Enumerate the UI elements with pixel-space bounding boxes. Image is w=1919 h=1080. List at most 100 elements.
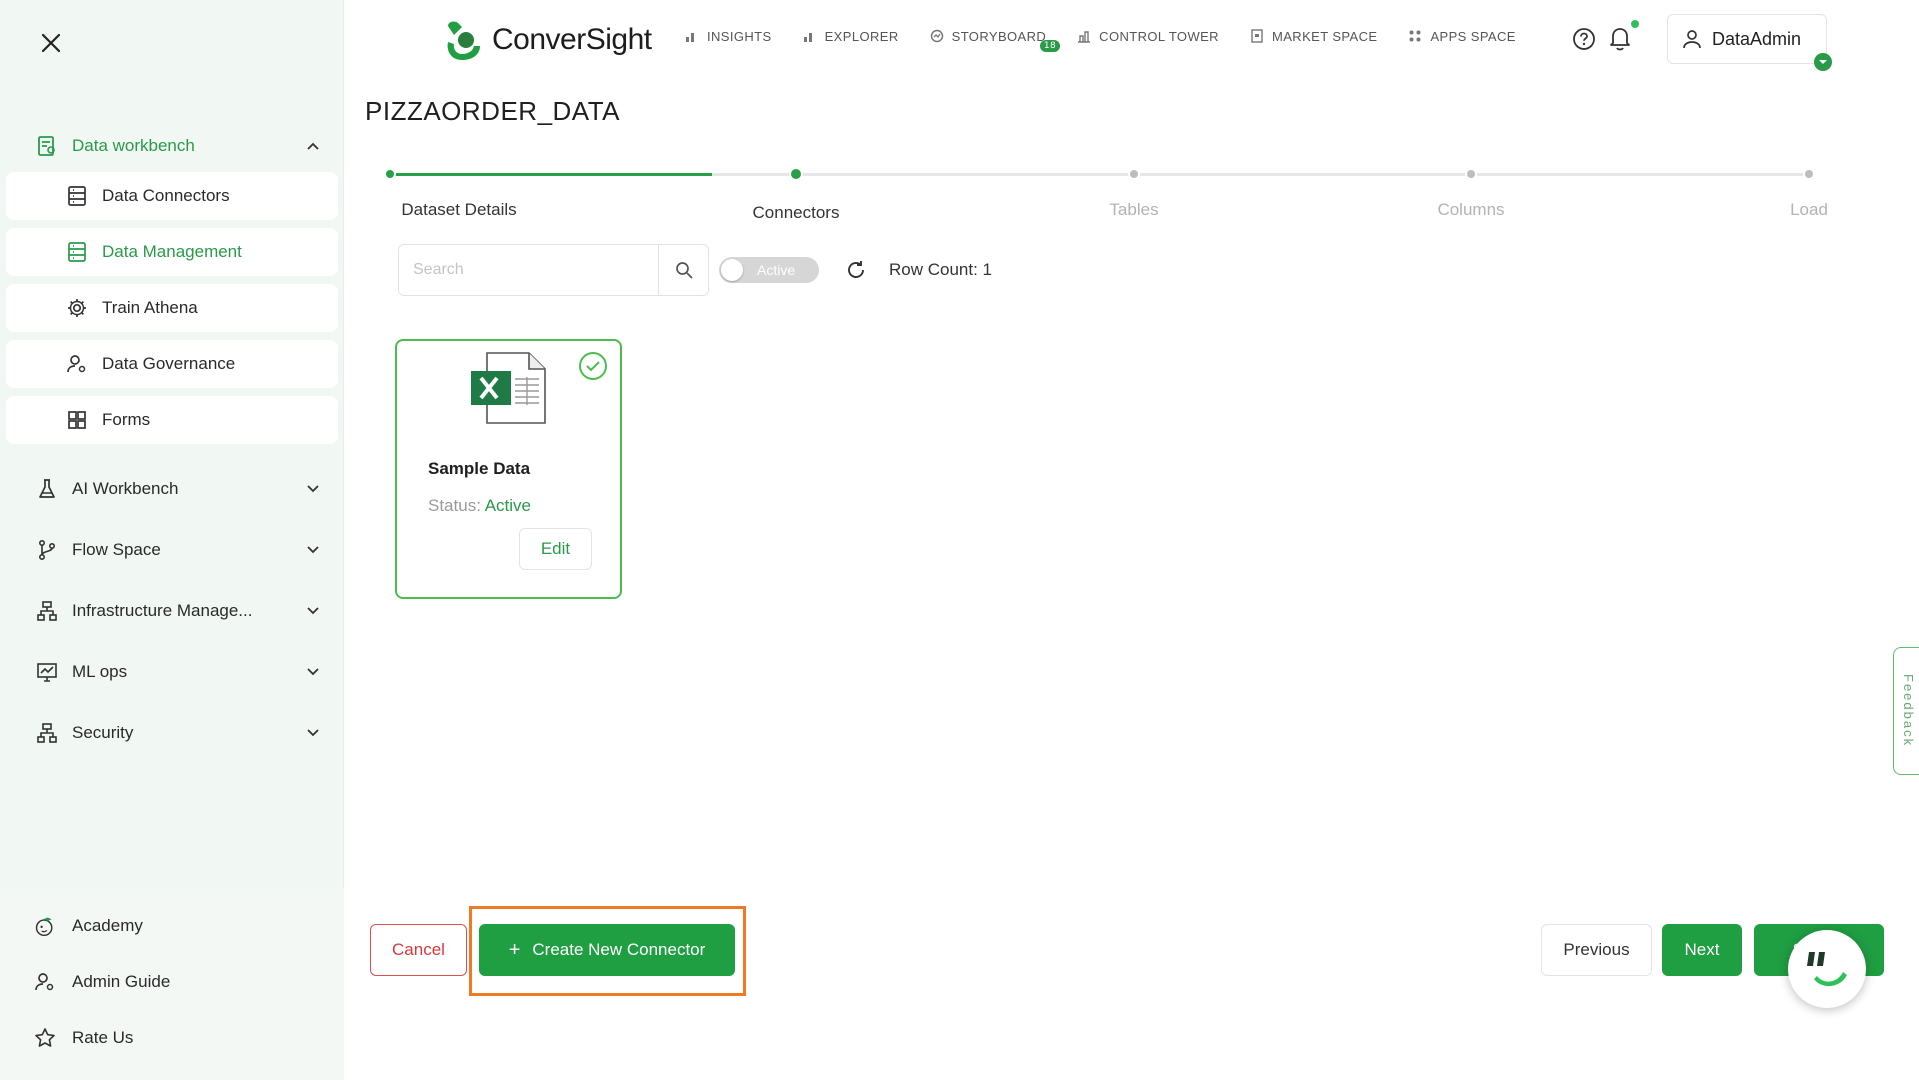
collapsed-groups: AI Workbench Flow Space Infrastructure M… <box>0 458 344 763</box>
help-icon <box>1573 28 1595 50</box>
sidebar-item-train-athena[interactable]: Train Athena <box>6 284 338 332</box>
close-icon <box>41 33 61 53</box>
sidebar-group-flow-space[interactable]: Flow Space <box>0 519 344 580</box>
storyboard-count-badge: 18 <box>1039 40 1061 52</box>
sidebar-item-data-management[interactable]: Data Management <box>6 228 338 276</box>
nav-market-space[interactable]: MARKET SPACE <box>1249 28 1377 44</box>
nav-storyboard[interactable]: STORYBOARD 18 <box>929 28 1061 52</box>
search-icon <box>675 262 693 279</box>
step-label-tables[interactable]: Tables <box>1109 200 1158 220</box>
sidebar-nav: Data workbench Data Connectors Data Mana… <box>0 124 344 763</box>
row-count: Row Count: 1 <box>889 260 992 279</box>
toggle-knob <box>721 259 743 281</box>
nav-control-tower[interactable]: CONTROL TOWER <box>1076 28 1219 44</box>
academy-label: Academy <box>72 916 143 935</box>
chevron-up-icon <box>306 139 320 153</box>
nav-label: APPS SPACE <box>1430 28 1516 44</box>
active-toggle[interactable]: Active <box>719 257 819 283</box>
apps-grid-icon <box>1407 28 1423 44</box>
nav-apps-space[interactable]: APPS SPACE <box>1407 28 1515 44</box>
hierarchy-icon <box>36 600 58 622</box>
sidebar-group-security[interactable]: Security <box>0 702 344 763</box>
nav-insights[interactable]: INSIGHTS <box>684 28 772 44</box>
grid-icon <box>66 409 88 431</box>
database-icon <box>66 185 88 207</box>
step-label-load[interactable]: Load <box>1790 200 1828 220</box>
notifications-button[interactable] <box>1607 24 1633 57</box>
stepper: Dataset Details Connectors Tables Column… <box>384 166 1828 226</box>
toggle-label: Active <box>757 262 796 278</box>
search-button[interactable] <box>658 245 708 295</box>
sidebar-group-data-workbench[interactable]: Data workbench <box>0 124 344 168</box>
user-menu[interactable]: DataAdmin <box>1667 14 1832 71</box>
cancel-button[interactable]: Cancel <box>370 924 467 976</box>
help-button[interactable] <box>1572 27 1596 56</box>
create-button-label: Create New Connector <box>532 940 706 959</box>
assistant-chat-button[interactable] <box>1788 930 1866 1008</box>
academy-icon <box>34 915 56 937</box>
step-label-dataset-details[interactable]: Dataset Details <box>401 200 516 220</box>
sidebar-group-label: Flow Space <box>72 539 161 559</box>
refresh-icon <box>848 261 864 278</box>
connector-card[interactable]: Sample Data Status: Active Edit <box>395 339 622 599</box>
feedback-label: Feedback <box>1901 674 1916 748</box>
sidebar-group-label: ML ops <box>72 661 128 681</box>
sidebar-item-data-connectors[interactable]: Data Connectors <box>6 172 338 220</box>
connector-toolbar: Active Row Count: 1 <box>398 244 992 296</box>
step-label-columns[interactable]: Columns <box>1437 200 1504 220</box>
sidebar-group-ml-ops[interactable]: ML ops <box>0 641 344 702</box>
nav-label: STORYBOARD <box>951 28 1047 44</box>
create-new-connector-button[interactable]: + Create New Connector <box>479 924 735 976</box>
star-icon <box>34 1027 56 1049</box>
feedback-tab[interactable]: Feedback <box>1893 647 1919 775</box>
sidebar-bottom-links: Academy Admin Guide Rate Us <box>0 888 344 1080</box>
rate-us-link[interactable]: Rate Us <box>0 1010 344 1066</box>
nav-explorer[interactable]: EXPLORER <box>802 28 899 44</box>
user-guide-icon <box>34 971 56 993</box>
sidebar-group-label: AI Workbench <box>72 478 179 498</box>
academy-link[interactable]: Academy <box>0 898 344 954</box>
sidebar-group-label: Data workbench <box>72 136 195 155</box>
sidebar: Data workbench Data Connectors Data Mana… <box>0 0 344 1080</box>
sidebar-item-label: Data Management <box>102 242 242 261</box>
logo[interactable]: ConverSight <box>442 18 652 62</box>
chevron-down-icon <box>306 604 320 618</box>
close-sidebar-button[interactable] <box>36 28 66 58</box>
sidebar-group-ai-workbench[interactable]: AI Workbench <box>0 458 344 519</box>
sidebar-item-label: Data Connectors <box>102 186 230 205</box>
sidebar-group-infrastructure-management[interactable]: Infrastructure Manage... <box>0 580 344 641</box>
admin-guide-link[interactable]: Admin Guide <box>0 954 344 1010</box>
step-dot <box>384 168 396 180</box>
bell-icon <box>1610 28 1630 51</box>
page-title: PIZZAORDER_DATA <box>365 96 621 126</box>
next-button[interactable]: Next <box>1662 924 1742 976</box>
plus-icon: + <box>508 938 521 961</box>
sidebar-item-data-governance[interactable]: Data Governance <box>6 340 338 388</box>
sidebar-item-forms[interactable]: Forms <box>6 396 338 444</box>
connector-title: Sample Data <box>428 459 531 478</box>
chevron-down-icon <box>1814 53 1832 71</box>
edit-connector-button[interactable]: Edit <box>519 528 592 570</box>
user-name: DataAdmin <box>1712 28 1802 49</box>
search-input[interactable] <box>399 245 658 295</box>
chat-assistant-icon <box>1807 952 1847 987</box>
step-label-connectors[interactable]: Connectors <box>753 203 840 223</box>
bar-chart-icon <box>802 28 818 44</box>
stepper-progress-line <box>390 173 712 176</box>
monitor-chart-icon <box>36 661 58 683</box>
step-dot <box>1465 168 1477 180</box>
storyboard-icon <box>929 28 945 44</box>
flask-icon <box>36 478 58 500</box>
rate-us-label: Rate Us <box>72 1028 134 1047</box>
status-value: Active <box>484 496 532 515</box>
refresh-button[interactable] <box>843 257 869 283</box>
sidebar-item-label: Train Athena <box>102 298 198 317</box>
chevron-down-icon <box>306 482 320 496</box>
chevron-down-icon <box>306 665 320 679</box>
nav-label: MARKET SPACE <box>1271 28 1378 44</box>
previous-button[interactable]: Previous <box>1541 924 1652 976</box>
nav-label: INSIGHTS <box>707 28 772 44</box>
chevron-down-icon <box>306 726 320 740</box>
sidebar-item-label: Forms <box>102 410 151 429</box>
workbench-icon <box>36 135 58 157</box>
